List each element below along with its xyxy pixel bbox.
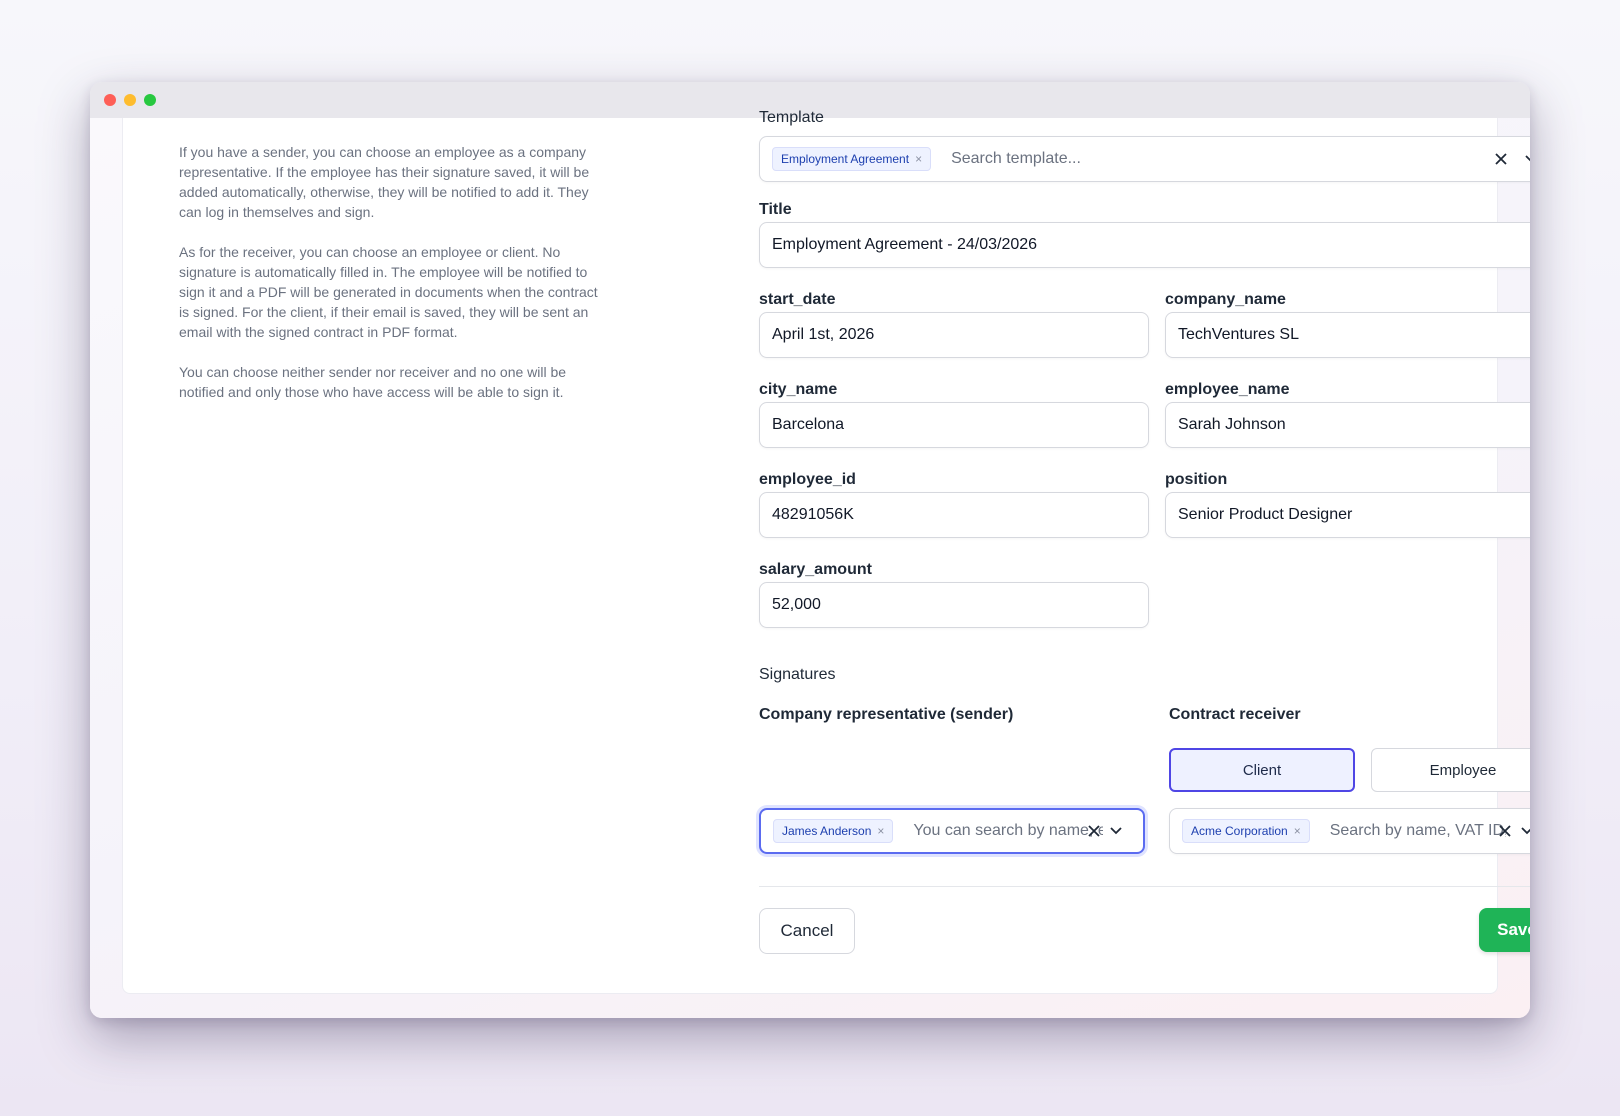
start-date-label: start_date — [759, 291, 836, 308]
template-label: Template — [759, 109, 824, 126]
title-input[interactable]: Employment Agreement - 24/03/2026 — [759, 222, 1530, 268]
employee-id-label: employee_id — [759, 471, 856, 488]
receiver-label: Contract receiver — [1169, 706, 1301, 723]
help-paragraph-receiver: As for the receiver, you can choose an e… — [179, 244, 598, 340]
help-text: If you have a sender, you can choose an … — [179, 142, 609, 422]
chevron-down-icon[interactable] — [1524, 154, 1530, 164]
receiver-chip-label: Acme Corporation — [1191, 824, 1288, 838]
help-paragraph-none: You can choose neither sender nor receiv… — [179, 364, 567, 400]
chevron-down-icon[interactable] — [1109, 826, 1123, 836]
sender-chip: James Anderson × — [773, 819, 894, 843]
city-name-input[interactable]: Barcelona — [759, 402, 1149, 448]
receiver-select[interactable]: Acme Corporation × Search by name, VAT I… — [1169, 808, 1530, 854]
app-window: If you have a sender, you can choose an … — [90, 82, 1530, 1018]
cancel-button[interactable]: Cancel — [759, 908, 855, 954]
company-name-input[interactable]: TechVentures SL — [1165, 312, 1530, 358]
city-name-label: city_name — [759, 381, 838, 398]
sender-chip-label: James Anderson — [782, 824, 872, 838]
template-search-placeholder[interactable]: Search template... — [951, 150, 1081, 168]
sender-search-placeholder[interactable]: You can search by name, e — [913, 822, 1103, 840]
receiver-search-placeholder[interactable]: Search by name, VAT ID, e — [1330, 822, 1506, 840]
minimize-window-button[interactable] — [124, 94, 136, 106]
sender-label: Company representative (sender) — [759, 706, 1014, 723]
chevron-down-icon[interactable] — [1520, 826, 1530, 836]
contract-form-panel: If you have a sender, you can choose an … — [122, 109, 1530, 994]
company-name-label: company_name — [1165, 291, 1286, 308]
sender-select[interactable]: James Anderson × You can search by name,… — [759, 808, 1145, 854]
template-select[interactable]: Employment Agreement × Search template..… — [759, 136, 1530, 182]
sender-chip-remove-icon[interactable]: × — [877, 824, 884, 838]
template-chip: Employment Agreement × — [772, 147, 932, 171]
receiver-type-client-button[interactable]: Client — [1169, 748, 1355, 792]
template-chip-remove-icon[interactable]: × — [915, 152, 922, 166]
salary-amount-input[interactable]: 52,000 — [759, 582, 1149, 628]
receiver-chip: Acme Corporation × — [1182, 819, 1310, 843]
title-label: Title — [759, 201, 792, 218]
help-paragraph-sender: If you have a sender, you can choose an … — [179, 144, 590, 220]
employee-name-label: employee_name — [1165, 381, 1290, 398]
form-divider — [759, 886, 1530, 887]
clear-icon[interactable] — [1498, 824, 1512, 838]
page-content: If you have a sender, you can choose an … — [90, 109, 1530, 1018]
employee-name-input[interactable]: Sarah Johnson — [1165, 402, 1530, 448]
start-date-input[interactable]: April 1st, 2026 — [759, 312, 1149, 358]
position-input[interactable]: Senior Product Designer — [1165, 492, 1530, 538]
template-chip-label: Employment Agreement — [781, 152, 910, 166]
save-button[interactable]: Save — [1479, 908, 1530, 952]
employee-id-input[interactable]: 48291056K — [759, 492, 1149, 538]
close-window-button[interactable] — [104, 94, 116, 106]
receiver-type-employee-button[interactable]: Employee — [1371, 748, 1530, 792]
maximize-window-button[interactable] — [144, 94, 156, 106]
clear-icon[interactable] — [1494, 152, 1508, 166]
signatures-title: Signatures — [759, 666, 836, 683]
receiver-chip-remove-icon[interactable]: × — [1294, 824, 1301, 838]
position-label: position — [1165, 471, 1228, 488]
salary-amount-label: salary_amount — [759, 561, 872, 578]
clear-icon[interactable] — [1087, 824, 1101, 838]
